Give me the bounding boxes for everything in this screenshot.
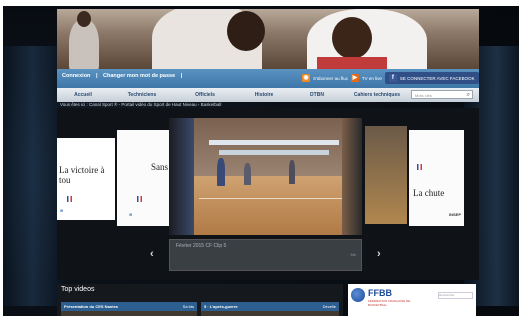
carousel-card-title: La victoire à tou xyxy=(59,165,105,185)
account-links: Connexion | Changer mon mot de passe | xyxy=(62,73,186,79)
tv-icon[interactable]: ▶ xyxy=(350,74,359,82)
banner-jersey xyxy=(317,57,387,69)
nav-item-histoire[interactable]: Histoire xyxy=(235,92,293,98)
top-video-title: 5 · L'après-guerre xyxy=(204,304,238,309)
video-caption[interactable]: Février 2015 CF Clip 5 Me xyxy=(169,239,362,271)
logo-icon: ≋ xyxy=(129,212,133,217)
ffbb-logo-icon xyxy=(351,288,365,302)
facebook-login-button[interactable]: f SE CONNECTER AVEC FACEBOOK xyxy=(384,72,479,84)
facebook-icon: f xyxy=(388,74,397,82)
separator: | xyxy=(95,73,98,79)
video-caption-title: Février 2015 CF Clip 5 xyxy=(176,243,227,249)
top-video-item[interactable]: 5 · L'après-guerre Décelle xyxy=(201,302,339,311)
main-navigation: Accueil Techniciens Officiels Histoire D… xyxy=(57,88,479,102)
rss-icon[interactable]: ◉ xyxy=(302,74,310,82)
video-player-figure xyxy=(217,158,225,186)
side-artwork-left xyxy=(3,46,63,306)
ffbb-name: FFBB xyxy=(368,288,392,298)
video-player-figure xyxy=(244,163,251,185)
top-video-thumbnail[interactable] xyxy=(201,311,339,316)
insep-logo: INSEP xyxy=(449,212,462,217)
breadcrumb: Vous êtes ici : Canal Sport ® - Portail … xyxy=(60,102,222,107)
change-password-link[interactable]: Changer mon mot de passe xyxy=(103,73,175,79)
banner-player-head xyxy=(332,17,372,59)
top-video-item[interactable]: Présentation du CES Nantes Sa bts xyxy=(61,302,197,311)
top-video-sub: Sa bts xyxy=(182,304,194,309)
next-arrow-icon[interactable]: › xyxy=(377,248,381,260)
nav-item-officiels[interactable]: Officiels xyxy=(175,92,235,98)
video-foreground-player xyxy=(169,118,194,235)
video-caption-meta: Me xyxy=(350,252,356,257)
banner-player-head xyxy=(227,11,265,51)
top-video-title: Présentation du CES Nantes xyxy=(64,304,119,309)
court-line xyxy=(199,198,349,199)
search-icon[interactable]: ⌕ xyxy=(467,91,470,100)
court-banners xyxy=(219,150,329,155)
separator: | xyxy=(180,73,183,79)
court-floor xyxy=(169,176,362,235)
social-links: ◉ S'abonner au flux ▶ TV en live f SE CO… xyxy=(302,72,479,84)
facebook-button-label: SE CONNECTER AVEC FACEBOOK xyxy=(399,75,475,81)
prev-arrow-icon[interactable]: ‹ xyxy=(150,248,154,260)
ffbb-widget[interactable]: FFBB FÉDÉRATION FRANÇAISE DE BASKETBALL … xyxy=(348,284,476,316)
banner-player-head xyxy=(77,11,91,27)
carousel-card-title: La chute xyxy=(413,188,445,198)
tv-link[interactable]: TV en live xyxy=(362,76,382,81)
court-wall xyxy=(169,118,362,178)
top-videos-section: Top videos Présentation du CES Nantes Sa… xyxy=(57,284,343,316)
nav-item-techniciens[interactable]: Techniciens xyxy=(109,92,175,98)
top-videos-title: Top videos xyxy=(61,286,95,293)
top-video-sub: Décelle xyxy=(322,304,336,309)
nav-item-cahiers-techniques[interactable]: Cahiers techniques xyxy=(341,92,413,98)
top-video-thumbnail[interactable] xyxy=(61,311,197,316)
video-player[interactable] xyxy=(169,118,362,235)
nav-item-accueil[interactable]: Accueil xyxy=(57,92,109,98)
flag-icon xyxy=(67,196,72,202)
search-input[interactable]: Mots clés ⌕ xyxy=(411,90,473,99)
carousel-card[interactable] xyxy=(365,126,407,224)
rss-link[interactable]: S'abonner au flux xyxy=(313,76,348,81)
header-banner-image xyxy=(57,9,479,69)
video-player-figure xyxy=(289,160,295,184)
carousel-card[interactable]: La victoire à tou ≋ xyxy=(57,138,115,220)
flag-icon xyxy=(417,164,422,170)
logo-icon: ≋ xyxy=(60,208,64,213)
video-carousel: La victoire à tou ≋ Sans ≋ La chute INSE… xyxy=(57,108,479,280)
account-bar: Connexion | Changer mon mot de passe | ◉… xyxy=(57,69,479,88)
carousel-card[interactable]: La chute INSEP xyxy=(409,130,464,226)
login-link[interactable]: Connexion xyxy=(62,73,90,79)
search-placeholder: Mots clés xyxy=(415,93,432,98)
flag-icon xyxy=(137,196,142,202)
ffbb-field[interactable]: Rechercher xyxy=(438,292,473,299)
court-banners xyxy=(209,140,339,145)
carousel-card[interactable]: Sans ≋ xyxy=(117,130,172,226)
carousel-card-title: Sans xyxy=(151,162,169,172)
video-foreground-player xyxy=(342,118,362,235)
ffbb-subtitle: FÉDÉRATION FRANÇAISE DE BASKETBALL xyxy=(368,299,411,307)
nav-item-dtbn[interactable]: DTBN xyxy=(293,92,341,98)
